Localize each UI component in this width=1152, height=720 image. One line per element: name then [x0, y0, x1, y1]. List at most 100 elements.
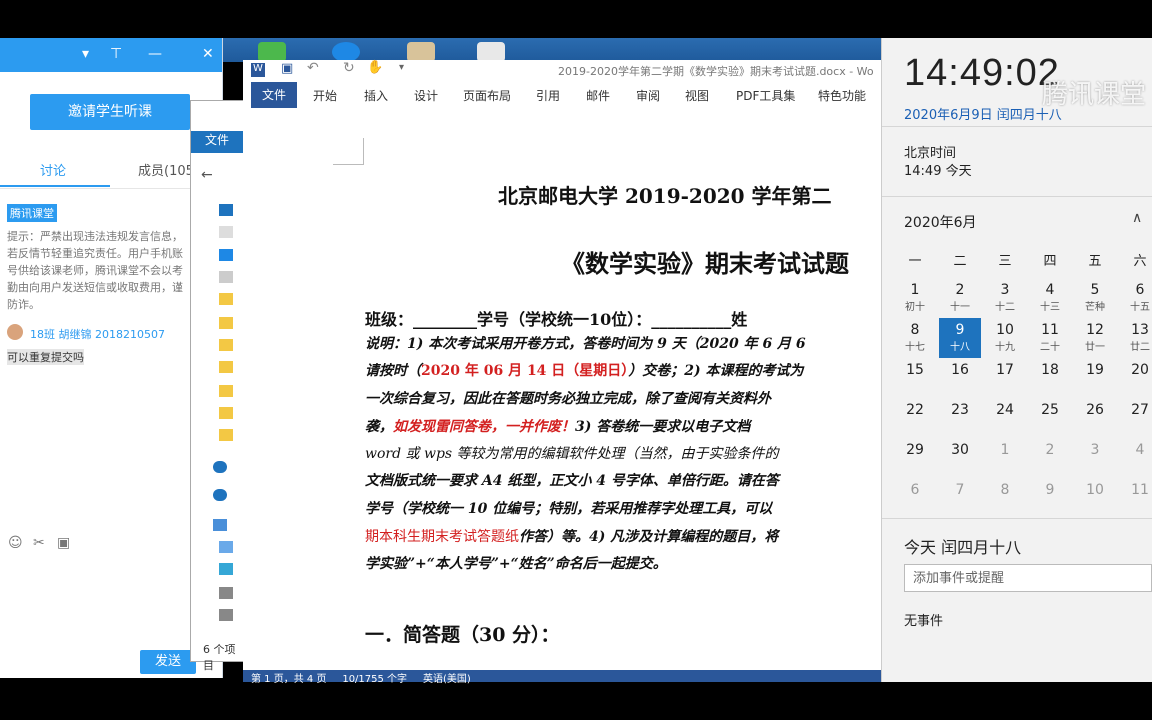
doc-red-date: 2020 年 06 月 14 日（星期日）: [421, 363, 629, 379]
calendar-day[interactable]: 12 廿一: [1076, 320, 1114, 356]
computer-icon[interactable]: [213, 519, 227, 531]
minimize-icon[interactable]: —: [148, 46, 162, 62]
calendar-day[interactable]: 10: [1076, 480, 1114, 516]
calendar-day-lunar: 十九: [995, 342, 1015, 353]
calendar-day[interactable]: 6 十五: [1121, 280, 1152, 316]
tab-references[interactable]: 引用: [536, 87, 560, 104]
calendar-day[interactable]: 1 初十: [896, 280, 934, 316]
explorer-file-tab[interactable]: 文件: [191, 131, 246, 153]
customize-icon[interactable]: ▾: [399, 62, 404, 73]
invite-students-button[interactable]: 邀请学生听课: [30, 94, 190, 130]
folder-icon[interactable]: [219, 293, 233, 305]
save-icon[interactable]: ▣: [281, 61, 293, 76]
close-icon[interactable]: ✕: [202, 46, 214, 62]
calendar-day[interactable]: 2 十一: [941, 280, 979, 316]
calendar-day[interactable]: 25: [1031, 400, 1069, 436]
calendar-day[interactable]: 7: [941, 480, 979, 516]
calendar-day[interactable]: 20: [1121, 360, 1152, 396]
calendar-day[interactable]: 22: [896, 400, 934, 436]
calendar-day[interactable]: 10 十九: [986, 320, 1024, 356]
tab-review[interactable]: 审阅: [636, 87, 660, 104]
drive-icon[interactable]: [219, 609, 233, 621]
calendar-day[interactable]: 5 芒种: [1076, 280, 1114, 316]
tab-page-layout[interactable]: 页面布局: [463, 87, 511, 104]
calendar-day[interactable]: 30: [941, 440, 979, 476]
calendar-day[interactable]: 4: [1121, 440, 1152, 476]
touch-mode-icon[interactable]: ✋: [367, 60, 383, 75]
calendar-day[interactable]: 4 十三: [1031, 280, 1069, 316]
calendar-day-lunar: 初十: [905, 302, 925, 313]
pin-icon[interactable]: ⊤: [110, 46, 122, 62]
folder-icon[interactable]: [407, 42, 435, 62]
dropdown-icon[interactable]: ▾: [82, 46, 89, 62]
image-icon[interactable]: ▣: [57, 535, 73, 551]
tab-view[interactable]: 视图: [685, 87, 709, 104]
calendar-day[interactable]: 8: [986, 480, 1024, 516]
cloud-icon[interactable]: [213, 489, 227, 501]
folder-icon[interactable]: [219, 317, 233, 329]
calendar-day[interactable]: 8 十七: [896, 320, 934, 356]
folder-icon[interactable]: [219, 407, 233, 419]
calendar-day[interactable]: 3 十二: [986, 280, 1024, 316]
calendar-day[interactable]: 24: [986, 400, 1024, 436]
calendar-day[interactable]: 29: [896, 440, 934, 476]
drive-icon[interactable]: [219, 204, 233, 216]
file-icon[interactable]: [219, 271, 233, 283]
folder-icon[interactable]: [219, 339, 233, 351]
tab-file[interactable]: 文件: [251, 82, 297, 108]
tab-mailings[interactable]: 邮件: [586, 87, 610, 104]
calendar-day[interactable]: 18: [1031, 360, 1069, 396]
calendar-day[interactable]: 23: [941, 400, 979, 436]
file-icon[interactable]: [219, 226, 233, 238]
calendar-day[interactable]: 2: [1031, 440, 1069, 476]
calendar-day[interactable]: 1: [986, 440, 1024, 476]
folder-icon[interactable]: [219, 361, 233, 373]
calendar-day[interactable]: 27: [1121, 400, 1152, 436]
tab-pdf-tools[interactable]: PDF工具集: [736, 87, 795, 104]
redo-icon[interactable]: ↻: [343, 60, 355, 76]
divider: [0, 188, 222, 189]
status-text: 第 1 页，共 4 页 10/1755 个字 英语(美国): [251, 674, 471, 685]
calendar-day-number: 10: [1086, 482, 1104, 498]
calendar-day[interactable]: 15: [896, 360, 934, 396]
document-icon[interactable]: [477, 42, 505, 62]
tab-members[interactable]: 成员(105: [138, 160, 194, 179]
calendar-day[interactable]: 9 十八: [939, 318, 981, 358]
download-icon[interactable]: [219, 249, 233, 261]
back-arrow-icon[interactable]: ←: [201, 167, 213, 183]
tab-discuss[interactable]: 讨论: [40, 160, 66, 179]
add-event-input[interactable]: 添加事件或提醒: [904, 564, 1152, 592]
send-button[interactable]: 发送: [140, 650, 196, 674]
tab-insert[interactable]: 插入: [364, 87, 388, 104]
date-link[interactable]: 2020年6月9日 闰四月十八: [904, 104, 1062, 123]
calendar-day[interactable]: 9: [1031, 480, 1069, 516]
calendar-day[interactable]: 3: [1076, 440, 1114, 476]
desktop-app-icon[interactable]: [258, 42, 286, 62]
document-page[interactable]: 北京邮电大学 2019-2020 学年第二 《数学实验》期末考试试题 班级：__…: [243, 108, 883, 670]
cube-icon[interactable]: [219, 563, 233, 575]
folder-icon[interactable]: [219, 429, 233, 441]
calendar-day[interactable]: 19: [1076, 360, 1114, 396]
scissors-icon[interactable]: ✂: [33, 535, 49, 551]
calendar-day[interactable]: 13 廿二: [1121, 320, 1152, 356]
drive-icon[interactable]: [219, 541, 233, 553]
drive-icon[interactable]: [219, 587, 233, 599]
calendar-day-number: 23: [951, 402, 969, 418]
calendar-day-number: 4: [1135, 442, 1145, 458]
month-label[interactable]: 2020年6月: [904, 212, 977, 232]
calendar-day[interactable]: 11 二十: [1031, 320, 1069, 356]
tab-home[interactable]: 开始: [313, 87, 337, 104]
undo-icon[interactable]: ↶: [307, 60, 319, 76]
cloud-icon[interactable]: [213, 461, 227, 473]
calendar-day[interactable]: 17: [986, 360, 1024, 396]
tab-special-features[interactable]: 特色功能: [818, 87, 866, 104]
calendar-day[interactable]: 6: [896, 480, 934, 516]
emoji-icon[interactable]: ☺: [8, 535, 24, 551]
calendar-day[interactable]: 26: [1076, 400, 1114, 436]
tab-design[interactable]: 设计: [414, 87, 438, 104]
calendar-day[interactable]: 16: [941, 360, 979, 396]
folder-icon[interactable]: [219, 385, 233, 397]
desktop-app-icon[interactable]: [332, 42, 360, 62]
chevron-up-icon[interactable]: ∧: [1132, 210, 1142, 226]
calendar-day[interactable]: 11: [1121, 480, 1152, 516]
